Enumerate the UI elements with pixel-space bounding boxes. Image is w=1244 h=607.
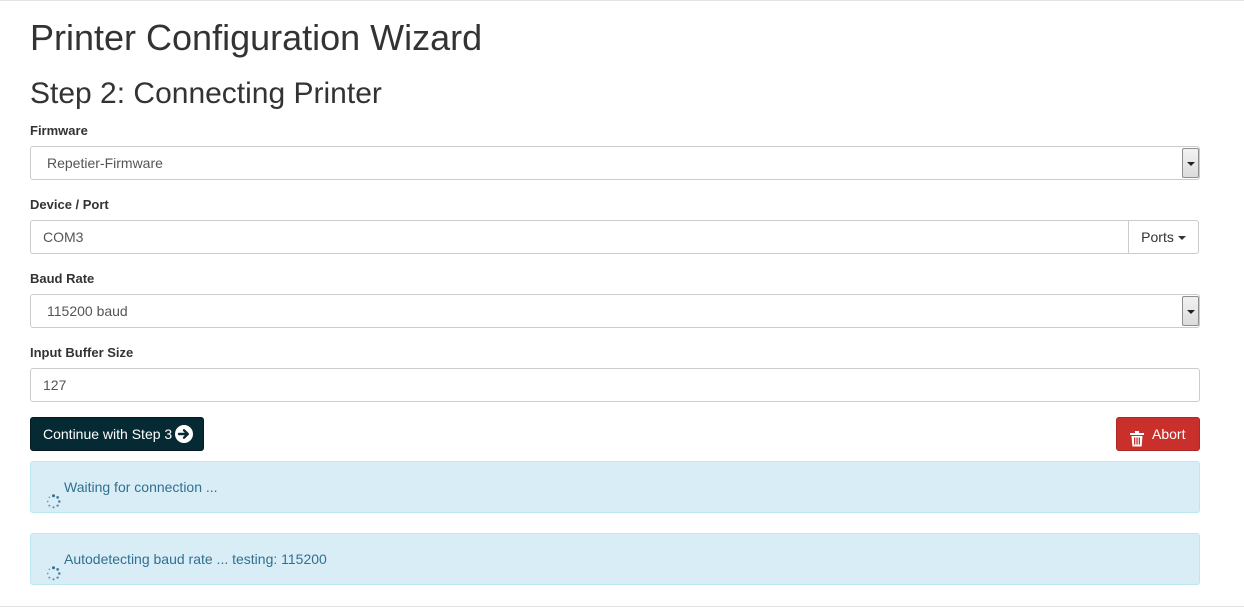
spinner-icon [46,479,61,529]
connection-status-alert: Waiting for connection ... [30,461,1200,513]
chevron-down-icon[interactable] [1182,148,1199,178]
input-buffer-label: Input Buffer Size [30,345,134,360]
device-port-group: COM3 Ports [30,220,1199,254]
page-title: Printer Configuration Wizard [30,17,483,58]
device-port-label: Device / Port [30,197,109,212]
caret-down-icon [1177,236,1186,241]
firmware-label: Firmware [30,123,88,138]
baud-rate-select[interactable]: 115200 baud [30,294,1200,328]
trash-icon [1130,426,1144,458]
baud-rate-select-value: 115200 baud [47,303,128,319]
device-port-value: COM3 [43,229,84,245]
ports-dropdown-button[interactable]: Ports [1128,220,1199,254]
firmware-select[interactable]: Repetier-Firmware [30,146,1200,180]
firmware-select-value: Repetier-Firmware [47,155,163,171]
abort-button-label: Abort [1152,426,1186,442]
circle-arrow-right-icon [175,425,193,443]
chevron-down-icon[interactable] [1182,296,1199,326]
baud-detect-alert: Autodetecting baud rate ... testing: 115… [30,533,1200,585]
spinner-icon [46,551,61,601]
continue-step3-button[interactable]: Continue with Step 3 [30,417,204,451]
continue-button-label: Continue with Step 3 [43,426,173,442]
step-title: Step 2: Connecting Printer [30,77,382,110]
device-port-input[interactable]: COM3 [30,220,1129,254]
alert-text: Waiting for connection ... [64,479,218,495]
alert-text: Autodetecting baud rate ... testing: 115… [64,551,327,567]
abort-button[interactable]: Abort [1116,417,1200,451]
baud-rate-label: Baud Rate [30,271,95,286]
ports-button-label: Ports [1141,229,1174,245]
input-buffer-value: 127 [43,377,67,393]
input-buffer-field[interactable]: 127 [30,368,1200,402]
